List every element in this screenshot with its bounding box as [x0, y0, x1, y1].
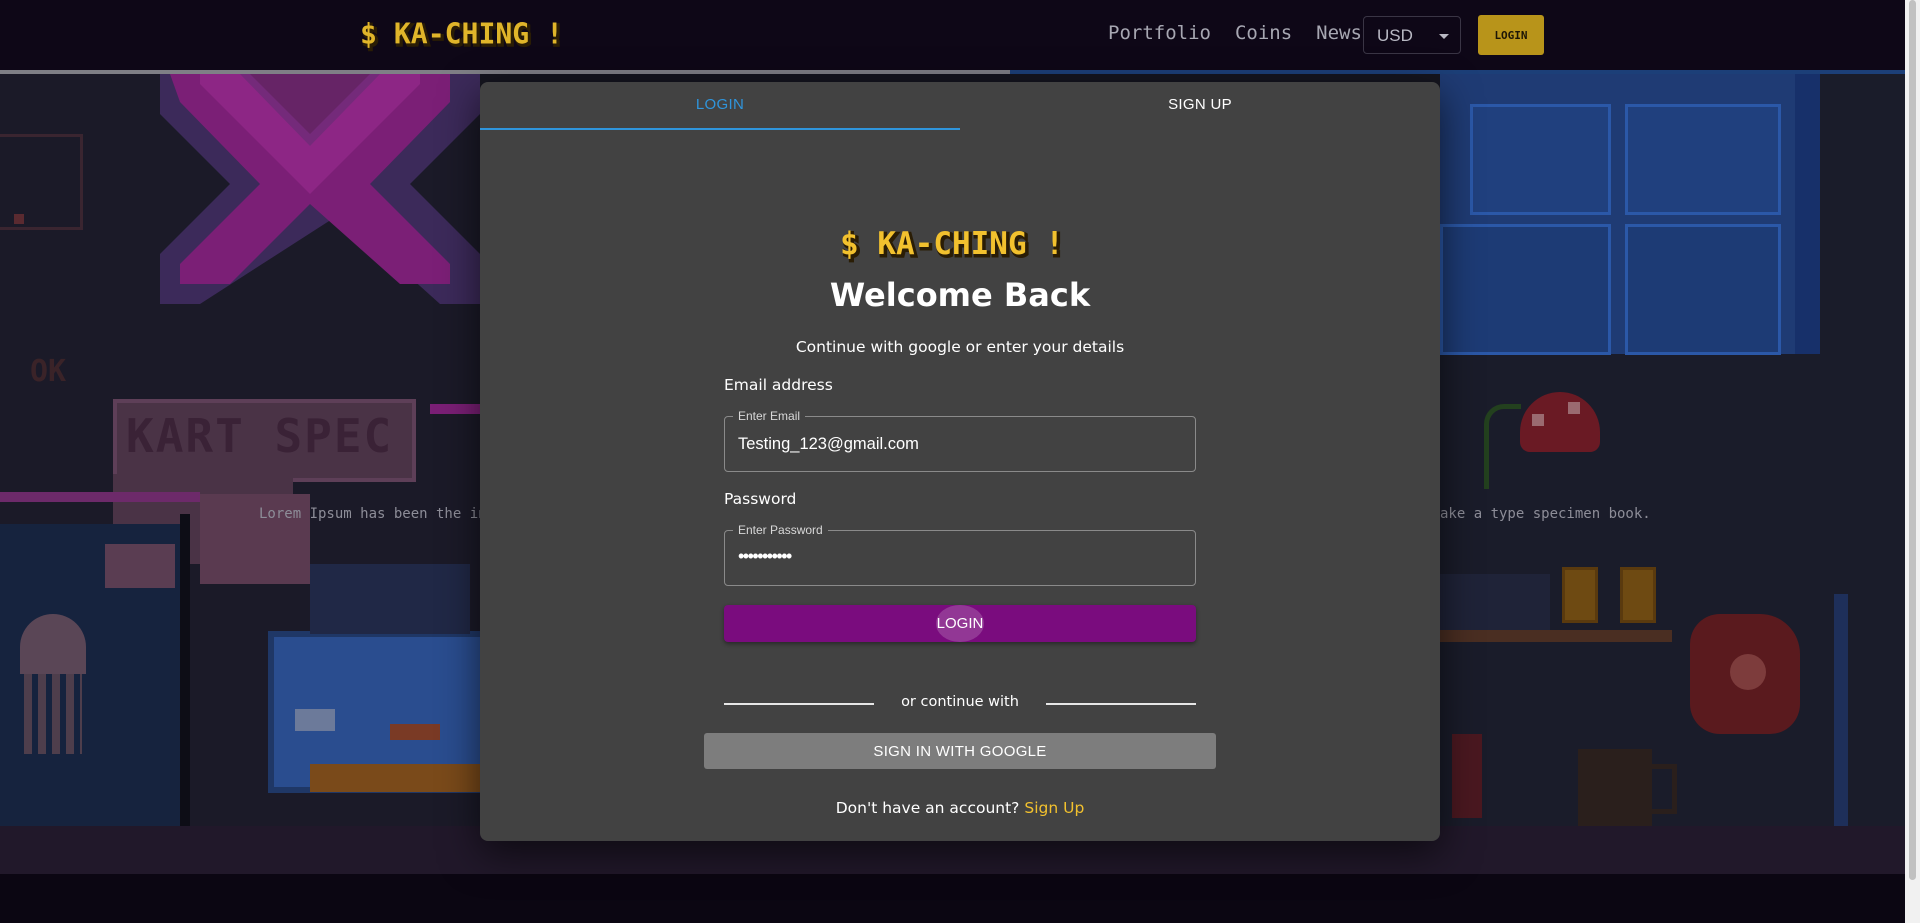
nav-link-coins[interactable]: Coins	[1235, 22, 1292, 44]
email-label: Email address	[724, 376, 833, 394]
svg-text:$ KA-CHING !: $ KA-CHING !	[840, 226, 1064, 262]
hero-text-left: Lorem Ipsum has been the in	[259, 506, 487, 522]
password-field[interactable]: Enter Password •••••••••••	[724, 523, 1196, 586]
email-field-value: Testing_123@gmail.com	[738, 435, 919, 453]
signup-prompt: Don't have an account?	[835, 799, 1020, 817]
hero-text-right: ake a type specimen book.	[1440, 506, 1651, 522]
nav-login-button[interactable]: LOGIN	[1478, 15, 1544, 55]
nav-link-news[interactable]: News	[1316, 22, 1362, 44]
auth-modal: LOGIN SIGN UP $ KA-CHING ! $ KA-CHING ! …	[480, 82, 1440, 841]
signup-prompt-line: Don't have an account? Sign Up	[480, 799, 1440, 817]
modal-subtitle: Continue with google or enter your detai…	[795, 338, 1125, 356]
modal-title: Welcome Back	[829, 276, 1091, 314]
password-field-legend: Enter Password	[733, 523, 828, 537]
kart-spec-text: KART SPEC	[126, 409, 394, 463]
scrollbar-thumb[interactable]	[1909, 0, 1916, 880]
wall-sign-ok: OK	[30, 354, 67, 389]
password-label: Password	[724, 490, 797, 508]
nav-links: Portfolio Coins News	[1108, 22, 1362, 44]
kaching-logo[interactable]: $ KA-CHING ! $ KA-CHING !	[360, 14, 585, 54]
divider-text: or continue with	[901, 694, 1019, 710]
password-field-value: •••••••••••	[738, 546, 792, 566]
email-field[interactable]: Enter Email Testing_123@gmail.com	[724, 409, 1196, 472]
auth-tabs: LOGIN SIGN UP	[480, 82, 1440, 130]
tab-signup[interactable]: SIGN UP	[960, 82, 1440, 130]
footer-band	[0, 874, 1905, 923]
squid-figure	[20, 614, 86, 674]
email-field-legend: Enter Email	[733, 409, 806, 423]
caret-down-icon	[1439, 34, 1449, 39]
pink-diamond-banner	[140, 74, 480, 304]
currency-select[interactable]: USD	[1363, 16, 1461, 54]
google-signin-button[interactable]: SIGN IN WITH GOOGLE	[704, 733, 1216, 769]
kaching-logo: $ KA-CHING ! $ KA-CHING !	[840, 226, 1067, 264]
divider-right	[1046, 703, 1196, 705]
tab-login[interactable]: LOGIN	[480, 82, 960, 130]
svg-text:$ KA-CHING !: $ KA-CHING !	[360, 17, 563, 50]
top-navbar: $ KA-CHING ! $ KA-CHING ! Portfolio Coin…	[0, 0, 1905, 70]
nav-link-portfolio[interactable]: Portfolio	[1108, 22, 1211, 44]
button-ripple	[936, 605, 984, 642]
signup-link[interactable]: Sign Up	[1024, 799, 1084, 817]
currency-value: USD	[1377, 26, 1413, 45]
